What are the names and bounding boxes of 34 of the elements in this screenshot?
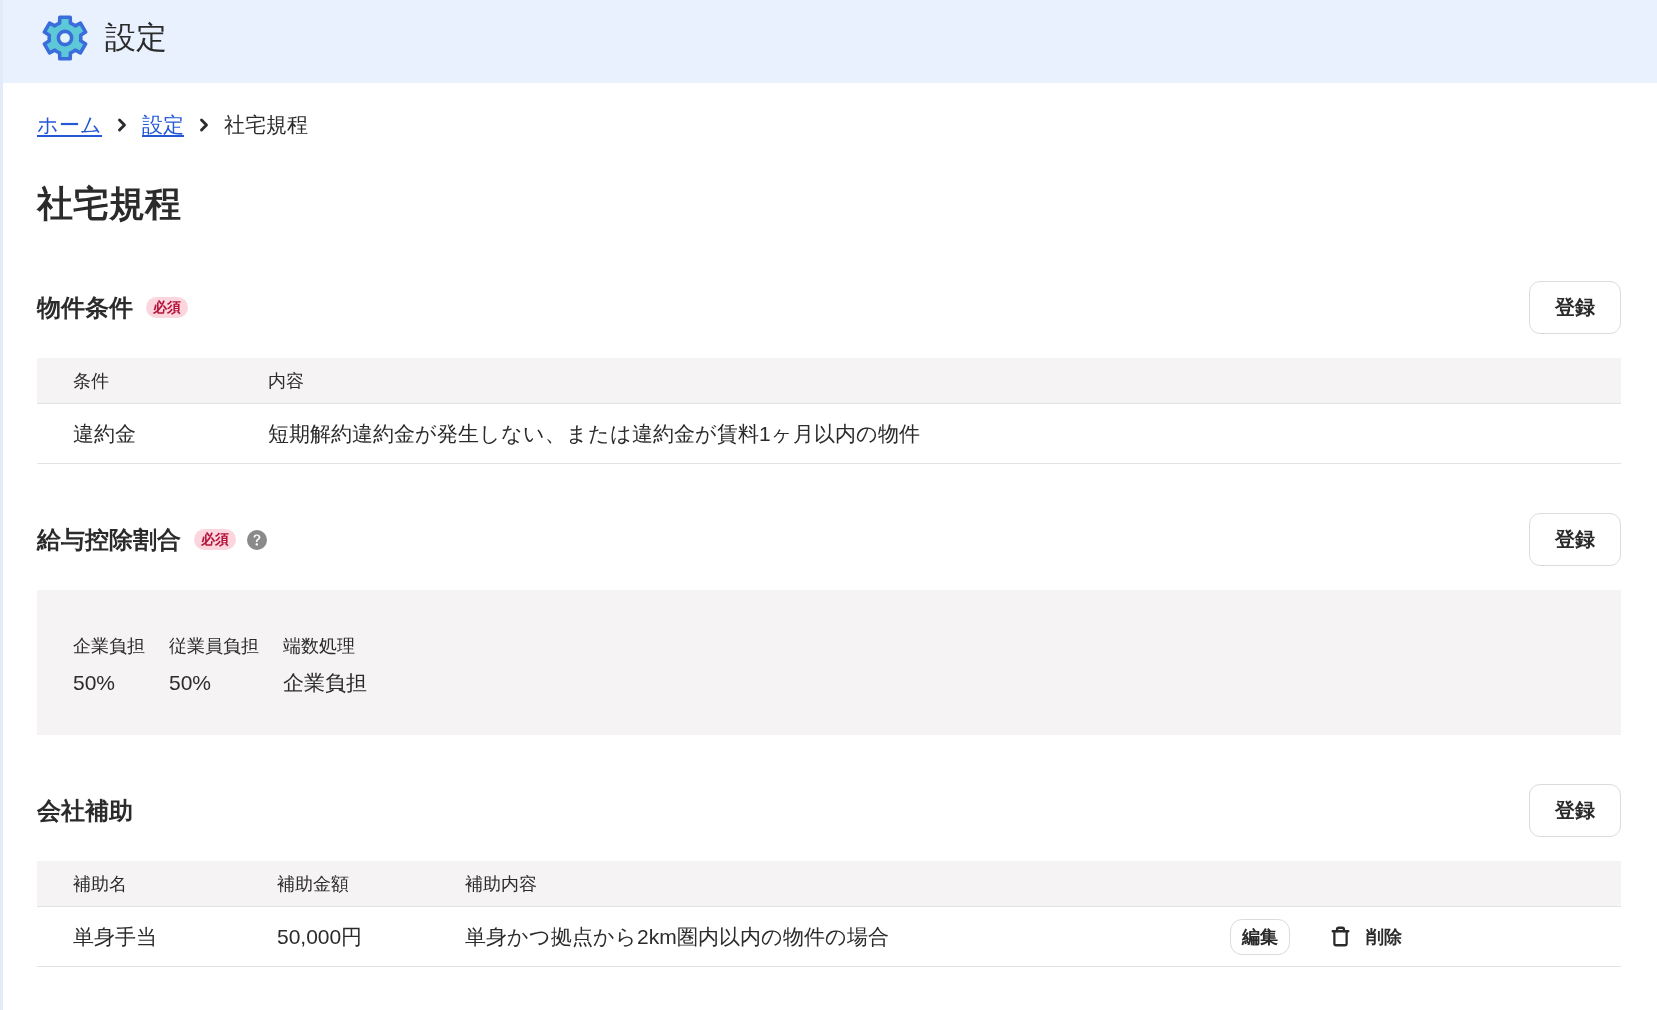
edit-button[interactable]: 編集 xyxy=(1230,918,1290,955)
gear-icon xyxy=(42,15,88,61)
field-value: 50% xyxy=(73,670,117,696)
table-cell-text: 短期解約違約金が発生しない、または違約金が賃料1ヶ月以内の物件 xyxy=(268,420,921,447)
help-icon[interactable] xyxy=(247,529,267,550)
breadcrumb-link[interactable]: ホーム xyxy=(37,111,102,139)
table-cell-text: 50,000円 xyxy=(277,923,364,950)
delete-button[interactable]: 削除 xyxy=(1330,924,1402,949)
breadcrumb-link[interactable]: 設定 xyxy=(142,111,184,139)
field-label: 従業員負担 xyxy=(169,635,259,658)
trash-icon xyxy=(1330,926,1351,947)
column-header: 内容 xyxy=(268,369,305,393)
register-button[interactable]: 登録 xyxy=(1529,513,1621,566)
field-label: 企業負担 xyxy=(73,635,145,658)
field-value: 50% xyxy=(169,670,213,696)
table-cell-text: 単身かつ拠点から2km圏内以内の物件の場合 xyxy=(465,923,890,950)
table-cell-text: 単身手当 xyxy=(73,923,158,950)
table-cell-text: 違約金 xyxy=(73,420,137,447)
register-button[interactable]: 登録 xyxy=(1529,281,1621,334)
column-header: 条件 xyxy=(73,369,110,393)
section-title: 物件条件 xyxy=(37,292,133,323)
header-title: 設定 xyxy=(105,19,167,57)
column-header: 補助金額 xyxy=(277,872,350,896)
required-badge: 必須 xyxy=(194,529,236,550)
breadcrumb-current: 社宅規程 xyxy=(224,112,308,138)
section-title: 給与控除割合 xyxy=(37,524,181,555)
column-header: 補助名 xyxy=(73,872,128,896)
required-badge: 必須 xyxy=(146,297,188,318)
page-title: 社宅規程 xyxy=(37,182,182,226)
section-title: 会社補助 xyxy=(37,795,133,826)
field-value: 企業負担 xyxy=(283,670,367,696)
field-label: 端数処理 xyxy=(283,635,356,658)
register-button[interactable]: 登録 xyxy=(1529,784,1621,837)
column-header: 補助内容 xyxy=(465,872,538,896)
